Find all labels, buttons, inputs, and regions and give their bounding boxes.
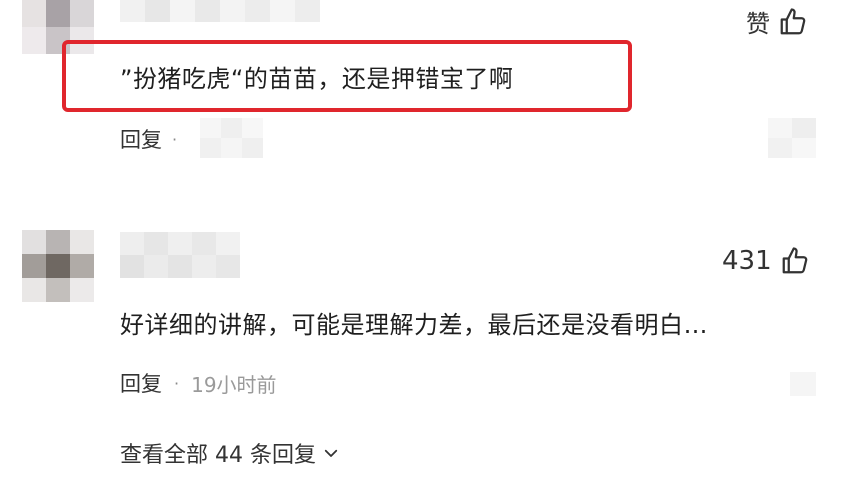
meta-dot: · bbox=[172, 129, 178, 149]
reply-button[interactable]: 回复 bbox=[120, 124, 162, 154]
highlight-annotation bbox=[62, 40, 632, 112]
like-button-1[interactable]: 赞 bbox=[746, 4, 808, 39]
like-count: 431 bbox=[722, 246, 772, 276]
timestamp-blurred bbox=[200, 118, 264, 158]
username-blurred[interactable] bbox=[120, 0, 320, 22]
like-button-2[interactable]: 431 bbox=[722, 246, 810, 276]
view-all-replies-button[interactable]: 查看全部 44 条回复 bbox=[120, 437, 340, 469]
timestamp: 19小时前 bbox=[191, 372, 277, 397]
username-blurred[interactable] bbox=[120, 232, 240, 278]
chevron-down-icon bbox=[324, 449, 338, 457]
avatar-blurred[interactable] bbox=[22, 230, 96, 302]
view-all-label: 查看全部 44 条回复 bbox=[120, 443, 316, 468]
meta-dot: · bbox=[174, 373, 180, 393]
like-label: 赞 bbox=[746, 10, 770, 38]
comment-text: 好详细的讲解，可能是理解力差，最后还是没看明白… bbox=[120, 311, 708, 339]
more-action-blurred[interactable] bbox=[768, 118, 816, 158]
thumbs-up-icon bbox=[782, 247, 807, 274]
more-action-blurred[interactable] bbox=[790, 372, 816, 396]
reply-button[interactable]: 回复 bbox=[120, 368, 162, 398]
thumbs-up-icon bbox=[780, 7, 806, 34]
